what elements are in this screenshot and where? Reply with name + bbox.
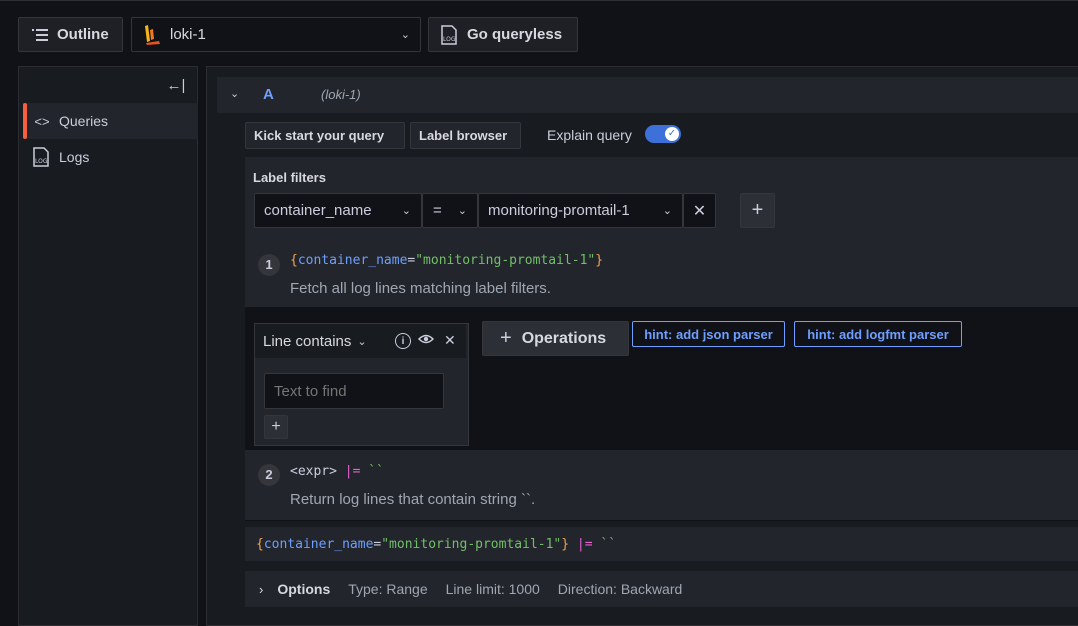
close-icon[interactable]: ✕ [444, 332, 456, 349]
hint-label: hint: add json parser [644, 326, 773, 342]
options-row[interactable]: › Options Type: Range Line limit: 1000 D… [245, 571, 1078, 607]
add-filter-button[interactable]: + [740, 193, 775, 228]
explain-query-label: Explain query [547, 127, 632, 143]
active-indicator [23, 103, 27, 139]
svg-text:LOG: LOG [35, 158, 48, 165]
label-filters-section: Label filters container_name ⌄ = ⌄ monit… [245, 157, 1078, 307]
step-code: {container_name="monitoring-promtail-1"} [290, 253, 604, 268]
options-direction: Direction: Backward [557, 581, 683, 597]
eye-icon[interactable] [418, 331, 434, 347]
chevron-down-icon: ⌄ [662, 205, 672, 217]
step-2-section: 2 <expr> |= `` Return log lines that con… [245, 450, 1078, 520]
query-ref-id[interactable]: A [263, 86, 274, 103]
outline-icon [31, 26, 49, 44]
chevron-down-icon[interactable]: ⌄ [357, 335, 366, 348]
step-badge: 1 [258, 254, 280, 276]
raw-query-preview: {container_name="monitoring-promtail-1"}… [245, 527, 1078, 561]
label-key-select[interactable]: container_name ⌄ [254, 193, 422, 228]
datasource-picker[interactable]: loki-1 ⌄ [131, 17, 421, 52]
plus-icon: + [271, 418, 281, 435]
step-description: Return log lines that contain string ``. [290, 491, 536, 508]
svg-text:LOG: LOG [443, 36, 456, 43]
operation-header: Line contains ⌄ i ✕ [255, 324, 466, 358]
label-browser-label: Label browser [419, 128, 508, 143]
text-to-find-input[interactable] [264, 373, 444, 409]
sidebar-item-label: Logs [59, 149, 90, 165]
go-queryless-button[interactable]: LOG Go queryless [428, 17, 578, 52]
logs-doc-icon: LOG [439, 24, 459, 46]
collapse-sidebar-icon[interactable]: ←| [166, 76, 186, 94]
add-param-button[interactable]: + [264, 415, 288, 439]
options-line-limit: Line limit: 1000 [445, 581, 540, 597]
options-type: Type: Range [348, 581, 428, 597]
step-code: <expr> |= `` [290, 464, 384, 479]
plus-icon: + [500, 327, 512, 349]
kick-start-button[interactable]: Kick start your query [245, 122, 405, 149]
chevron-down-icon: ⌄ [457, 205, 467, 217]
sidebar-item-label: Queries [59, 113, 109, 129]
sidebar-item-queries[interactable]: <> Queries [23, 103, 198, 139]
chevron-down-icon: ⌄ [400, 29, 410, 41]
hint-json-parser-button[interactable]: hint: add json parser [632, 321, 785, 347]
step-badge: 2 [258, 464, 280, 486]
kick-start-label: Kick start your query [254, 128, 385, 143]
operation-name[interactable]: Line contains [263, 333, 351, 350]
operator-select[interactable]: = ⌄ [422, 193, 478, 228]
options-title: Options [277, 581, 331, 597]
datasource-name: loki-1 [170, 26, 206, 43]
label-filters-title: Label filters [253, 170, 326, 185]
go-queryless-label: Go queryless [467, 26, 563, 43]
loki-logo-icon [142, 24, 162, 46]
plus-icon: + [751, 199, 764, 221]
query-datasource: (loki-1) [321, 87, 361, 102]
label-value-select[interactable]: monitoring-promtail-1 ⌄ [478, 193, 683, 228]
operator-value: = [433, 202, 442, 219]
collapse-row-icon[interactable]: ⌄ [230, 87, 239, 100]
code-icon: <> [34, 113, 50, 129]
operations-label: Operations [521, 329, 607, 347]
label-browser-button[interactable]: Label browser [410, 122, 521, 149]
query-row-header: ⌄ A (loki-1) [217, 77, 1078, 113]
add-operation-button[interactable]: + Operations [482, 321, 629, 356]
info-icon[interactable]: i [395, 333, 411, 349]
toggle-knob: ✓ [665, 127, 679, 141]
raw-query-code: {container_name="monitoring-promtail-1"}… [256, 537, 617, 552]
label-key-value: container_name [264, 202, 372, 219]
operation-card: Line contains ⌄ i ✕ + [254, 323, 469, 446]
outline-button[interactable]: Outline [18, 17, 123, 52]
label-value: monitoring-promtail-1 [488, 202, 630, 219]
top-border [0, 0, 1078, 1]
chevron-right-icon: › [259, 581, 264, 597]
explain-query-toggle[interactable]: ✓ [645, 125, 681, 143]
hint-logfmt-parser-button[interactable]: hint: add logfmt parser [794, 321, 962, 347]
step-description: Fetch all log lines matching label filte… [290, 280, 551, 297]
outline-label: Outline [57, 26, 109, 43]
query-editor-panel: ⌄ A (loki-1) Kick start your query Label… [206, 66, 1078, 626]
chevron-down-icon: ⌄ [401, 205, 411, 217]
close-icon: ✕ [692, 202, 707, 220]
logs-icon: LOG [31, 147, 51, 167]
remove-filter-button[interactable]: ✕ [683, 193, 716, 228]
hint-label: hint: add logfmt parser [807, 326, 949, 342]
sidebar-item-logs[interactable]: LOG Logs [23, 139, 198, 175]
sidebar: ←| <> Queries LOG Logs [18, 66, 198, 626]
